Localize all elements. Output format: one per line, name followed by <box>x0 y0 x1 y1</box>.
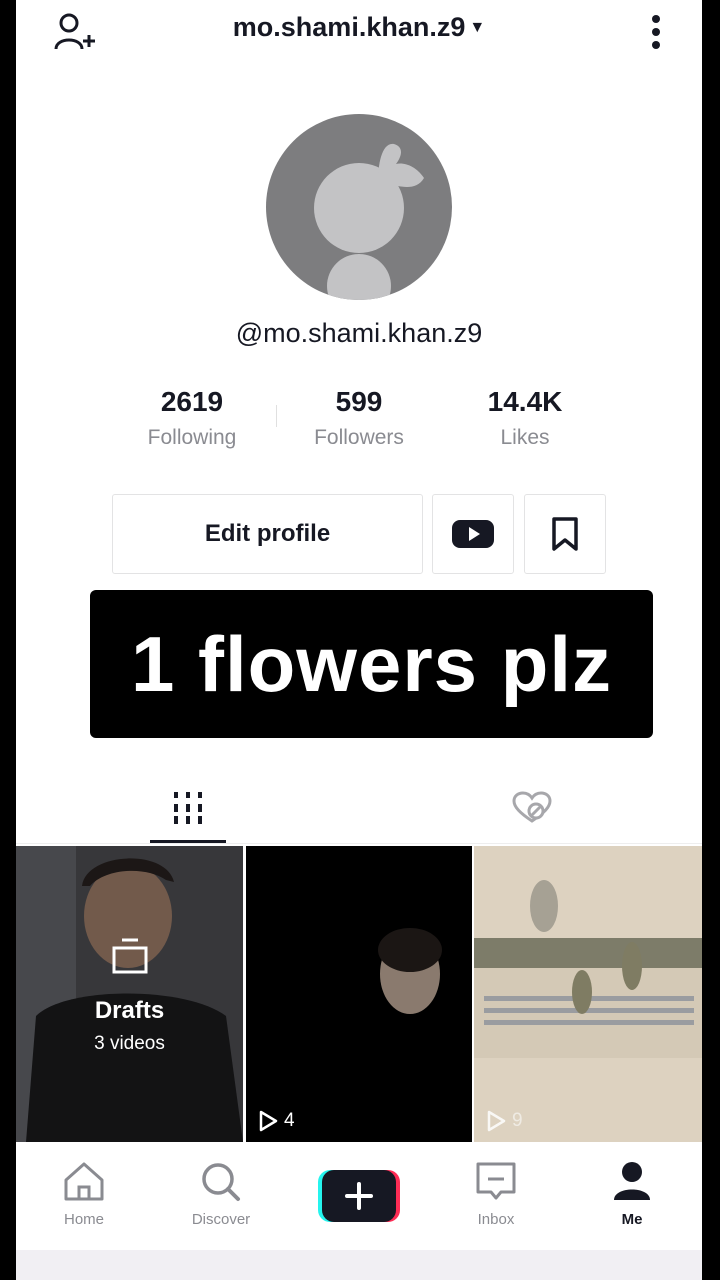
play-icon <box>259 1110 278 1132</box>
profile-handle: @mo.shami.khan.z9 <box>235 318 483 348</box>
more-options-icon[interactable] <box>636 10 676 54</box>
bookmark-icon <box>552 517 578 551</box>
nav-me-label: Me <box>621 1211 643 1228</box>
tab-liked[interactable] <box>494 786 570 830</box>
play-count-value: 4 <box>284 1110 295 1131</box>
edit-profile-button[interactable]: Edit profile <box>112 494 423 574</box>
bottom-nav: Home Discover Inbox Me <box>16 1142 702 1250</box>
likes-count: 14.4K <box>487 386 563 417</box>
favorites-button[interactable] <box>524 494 606 574</box>
caption-text: 1 flowers plz <box>130 619 613 708</box>
home-icon <box>64 1162 104 1201</box>
video-tile[interactable]: 9 <box>474 846 702 1142</box>
tab-videos[interactable] <box>150 786 226 830</box>
drafts-tile[interactable]: Drafts 3 videos <box>16 846 243 1142</box>
caption-overlay: 1 flowers plz <box>90 590 653 738</box>
search-icon <box>202 1163 240 1201</box>
likes-label: Likes <box>500 426 550 449</box>
nav-inbox[interactable]: Inbox <box>446 1160 546 1228</box>
video-thumbnail <box>246 846 472 1142</box>
followers-label: Followers <box>314 426 404 449</box>
caret-down-icon: ▼ <box>469 19 486 36</box>
nav-inbox-label: Inbox <box>477 1211 515 1228</box>
stat-followers[interactable]: 599 Followers <box>274 386 444 450</box>
play-icon <box>487 1110 506 1132</box>
youtube-button[interactable] <box>432 494 514 574</box>
play-count: 9 <box>486 1110 523 1132</box>
hidden-heart-icon <box>512 791 552 823</box>
following-count: 2619 <box>160 386 224 417</box>
nav-home[interactable]: Home <box>34 1160 134 1228</box>
grid-icon <box>174 792 202 824</box>
nav-discover[interactable]: Discover <box>171 1160 271 1228</box>
youtube-icon <box>452 520 494 548</box>
system-bar <box>16 1250 702 1280</box>
create-button[interactable] <box>318 1170 400 1222</box>
inbox-icon <box>476 1162 516 1200</box>
video-tile[interactable]: 4 <box>246 846 472 1142</box>
play-count: 4 <box>258 1110 295 1132</box>
play-count-value: 9 <box>512 1110 523 1131</box>
stat-following[interactable]: 2619 Following <box>107 386 277 450</box>
header-username: mo.shami.khan.z9 <box>232 12 466 42</box>
drafts-count: 3 videos <box>94 1033 165 1054</box>
drafts-overlay: Drafts 3 videos <box>16 936 243 1055</box>
nav-discover-label: Discover <box>191 1211 251 1228</box>
nav-home-label: Home <box>63 1211 104 1228</box>
video-thumbnail <box>474 846 702 1142</box>
profile-screen: mo.shami.khan.z9 ▼ @mo.shami.khan.z9 2619… <box>16 0 702 1280</box>
drafts-title: Drafts <box>94 997 165 1024</box>
followers-count: 599 <box>335 386 383 417</box>
stat-likes[interactable]: 14.4K Likes <box>440 386 610 450</box>
account-switcher[interactable]: mo.shami.khan.z9 ▼ <box>16 12 702 43</box>
avatar[interactable] <box>266 114 452 300</box>
drafts-icon <box>112 938 147 974</box>
tab-separator <box>16 843 702 844</box>
plus-icon <box>318 1170 400 1222</box>
following-label: Following <box>147 426 237 449</box>
profile-icon <box>614 1162 650 1200</box>
nav-me[interactable]: Me <box>582 1160 682 1228</box>
